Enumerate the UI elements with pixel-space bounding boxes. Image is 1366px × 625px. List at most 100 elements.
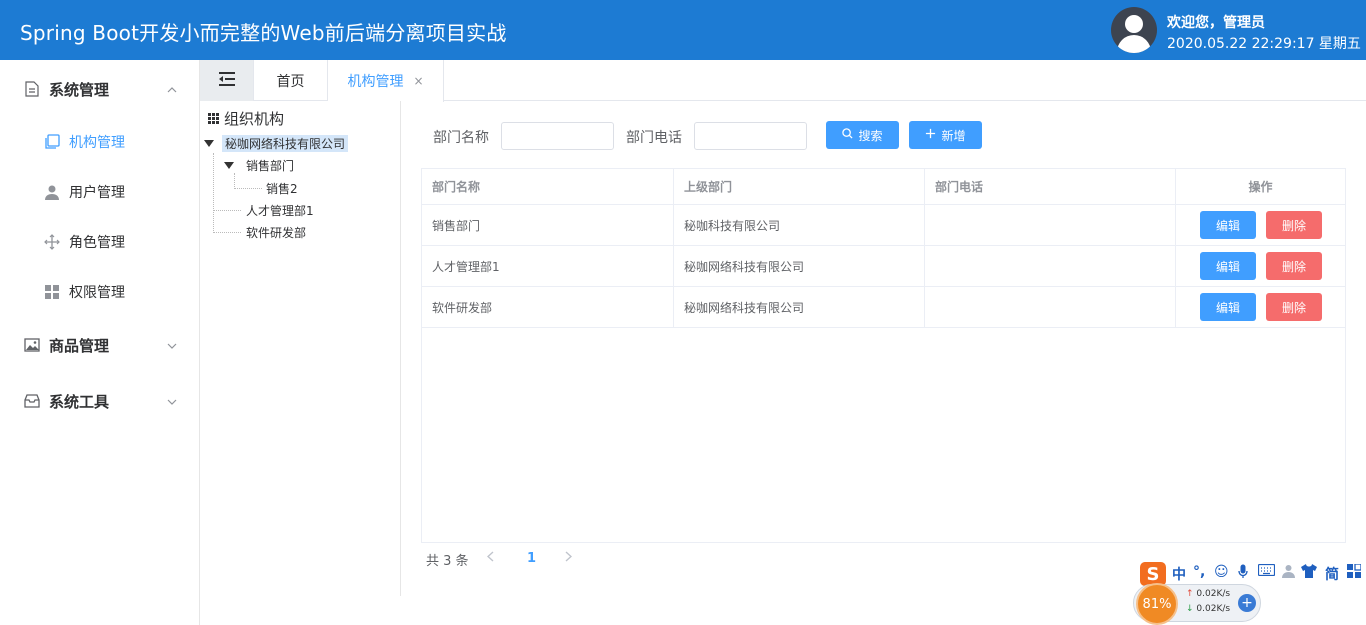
- cell-parent: 秘咖网络科技有限公司: [674, 287, 925, 327]
- cpu-usage-badge[interactable]: 81%: [1136, 583, 1178, 625]
- user-icon: [43, 183, 61, 201]
- cell-phone: [925, 246, 1176, 286]
- avatar-body: [1117, 35, 1151, 53]
- dept-name-label: 部门名称: [433, 130, 489, 146]
- chevron-down-icon: [167, 395, 177, 408]
- add-button[interactable]: 新增: [909, 121, 982, 149]
- dept-name-input[interactable]: [501, 122, 614, 150]
- chevron-down-icon: [167, 339, 177, 352]
- download-speed-value: 0.02K/s: [1196, 604, 1231, 614]
- cell-parent: 秘咖科技有限公司: [674, 205, 925, 245]
- copy-icon: [43, 133, 61, 151]
- tree-title: 组织机构: [208, 108, 284, 129]
- tree-line: [234, 188, 262, 189]
- delete-button[interactable]: 删除: [1266, 293, 1322, 321]
- ime-punct[interactable]: °,: [1193, 564, 1205, 580]
- column-header: 部门电话: [925, 169, 1176, 205]
- edit-button[interactable]: 编辑: [1200, 252, 1256, 280]
- cell-name: 软件研发部: [422, 287, 674, 327]
- ime-simplified[interactable]: 简: [1325, 564, 1339, 584]
- box-icon: [23, 392, 41, 410]
- grid-icon: [43, 283, 61, 301]
- tree-node-sales[interactable]: 销售部门: [246, 155, 294, 175]
- arrow-up-icon: ↑: [1186, 589, 1194, 599]
- plus-icon: [925, 128, 936, 143]
- datetime-text: 2020.05.22 22:29:17 星期五: [1167, 36, 1361, 52]
- sidebar: 系统管理 机构管理 用户管理 角色管理 权限管理 商品管理 系统工具: [0, 60, 200, 625]
- smile-icon[interactable]: ☺: [1214, 564, 1229, 580]
- caret-down-icon[interactable]: [224, 162, 234, 169]
- cell-parent: 秘咖网络科技有限公司: [674, 246, 925, 286]
- add-button-label: 新增: [941, 128, 966, 143]
- sidebar-item-users[interactable]: 用户管理: [0, 167, 200, 217]
- table-row: 软件研发部 秘咖网络科技有限公司 编辑 删除: [422, 287, 1345, 328]
- top-header: Spring Boot开发小而完整的Web前后端分离项目实战 欢迎您，管理员 2…: [0, 0, 1366, 60]
- collapse-menu-button[interactable]: [200, 60, 254, 101]
- avatar-head: [1125, 15, 1143, 33]
- tab-home[interactable]: 首页: [254, 60, 328, 101]
- menu-group-system[interactable]: 系统管理: [0, 61, 200, 117]
- close-icon[interactable]: ×: [413, 74, 423, 88]
- avatar[interactable]: [1111, 7, 1157, 53]
- tree-node-software[interactable]: 软件研发部: [246, 222, 306, 242]
- chevron-right-icon[interactable]: [565, 551, 573, 566]
- delete-button[interactable]: 删除: [1266, 211, 1322, 239]
- cell-phone: [925, 205, 1176, 245]
- tree-line: [213, 210, 241, 211]
- sidebar-item-org[interactable]: 机构管理: [0, 117, 200, 167]
- table-row: 人才管理部1 秘咖网络科技有限公司 编辑 删除: [422, 246, 1345, 287]
- tab-label: 首页: [276, 73, 305, 90]
- delete-button[interactable]: 删除: [1266, 252, 1322, 280]
- tree-node-label: 秘咖网络科技有限公司: [222, 134, 349, 152]
- document-icon: [23, 80, 41, 98]
- tree-line: [234, 173, 235, 189]
- ime-mode[interactable]: 中: [1172, 564, 1186, 584]
- user-skin-icon[interactable]: [1282, 564, 1295, 582]
- sidebar-item-permissions[interactable]: 权限管理: [0, 267, 200, 317]
- welcome-text: 欢迎您，管理员: [1167, 15, 1265, 31]
- move-icon: [43, 233, 61, 251]
- column-header: 操作: [1176, 169, 1345, 205]
- tab-bar: 首页 机构管理 ×: [200, 60, 1366, 102]
- search-button[interactable]: 搜索: [826, 121, 899, 149]
- upload-speed: ↑ 0.02K/s: [1186, 589, 1230, 599]
- sidebar-item-label: 权限管理: [69, 285, 125, 301]
- picture-icon: [23, 336, 41, 354]
- chevron-left-icon[interactable]: [486, 551, 494, 566]
- edit-button[interactable]: 编辑: [1200, 211, 1256, 239]
- tree-node-label: 人才管理部1: [246, 203, 314, 218]
- caret-down-icon[interactable]: [204, 140, 214, 147]
- arrow-down-icon: ↓: [1186, 604, 1194, 614]
- shirt-icon[interactable]: [1301, 564, 1317, 582]
- dept-phone-input[interactable]: [694, 122, 807, 150]
- edit-button[interactable]: 编辑: [1200, 293, 1256, 321]
- sidebar-item-label: 机构管理: [69, 135, 125, 151]
- main-content: 部门名称 部门电话 搜索 新增 部门名称 上级部门 部门电话 操作 销售部门 秘…: [401, 101, 1366, 625]
- cell-name: 销售部门: [422, 205, 674, 245]
- menu-group-tools[interactable]: 系统工具: [0, 373, 200, 429]
- menu-group-label: 商品管理: [49, 336, 110, 355]
- tree-title-label: 组织机构: [224, 110, 285, 128]
- menu-group-products[interactable]: 商品管理: [0, 317, 200, 373]
- pagination-total: 共 3 条: [426, 553, 469, 569]
- apps-grid-icon[interactable]: [1347, 563, 1362, 582]
- chevron-up-icon: [167, 83, 177, 96]
- tree-node-label: 销售部门: [246, 158, 295, 173]
- sidebar-item-label: 用户管理: [69, 185, 125, 201]
- cell-phone: [925, 287, 1176, 327]
- tree-node-talent[interactable]: 人才管理部1: [246, 200, 314, 220]
- app-title: Spring Boot开发小而完整的Web前后端分离项目实战: [20, 21, 507, 45]
- column-header: 上级部门: [674, 169, 925, 205]
- tree-line: [213, 232, 241, 233]
- tree-node-sales2[interactable]: 销售2: [266, 178, 298, 198]
- tab-org-management[interactable]: 机构管理 ×: [328, 60, 444, 102]
- keyboard-icon[interactable]: [1257, 563, 1276, 580]
- download-speed: ↓ 0.02K/s: [1186, 604, 1230, 614]
- microphone-icon[interactable]: [1238, 564, 1248, 583]
- tree-node-root[interactable]: 秘咖网络科技有限公司: [222, 133, 349, 153]
- upload-speed-value: 0.02K/s: [1196, 589, 1231, 599]
- column-header: 部门名称: [422, 169, 674, 205]
- plus-circle-icon[interactable]: +: [1238, 594, 1256, 612]
- sidebar-item-roles[interactable]: 角色管理: [0, 217, 200, 267]
- page-number[interactable]: 1: [527, 551, 536, 566]
